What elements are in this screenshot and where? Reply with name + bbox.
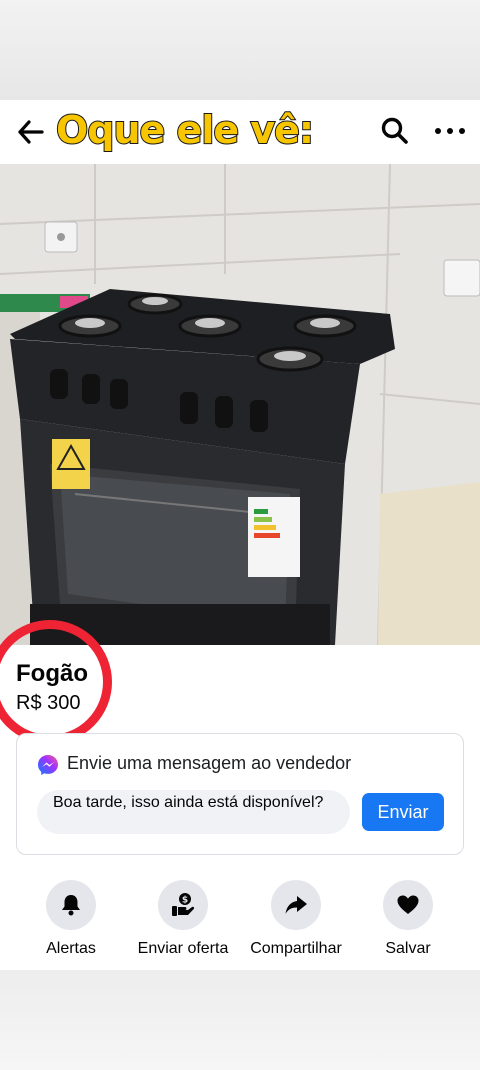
messenger-icon (38, 755, 58, 775)
share-icon (285, 896, 307, 914)
stove-photo (0, 164, 480, 645)
offer-icon: $ (172, 893, 195, 916)
message-input[interactable]: Boa tarde, isso ainda está disponível? (37, 790, 350, 834)
heart-icon (397, 895, 419, 914)
save-label: Salvar (385, 940, 431, 957)
message-seller-card: Envie uma mensagem ao vendedor Boa tarde… (16, 733, 464, 855)
share-label: Compartilhar (250, 940, 342, 957)
save-action[interactable]: Salvar (353, 880, 463, 958)
bell-icon (62, 895, 80, 916)
send-button[interactable]: Enviar (362, 793, 444, 831)
video-frame-top (0, 0, 480, 100)
search-icon[interactable] (380, 116, 410, 146)
more-icon[interactable] (434, 124, 466, 138)
highlight-circle (0, 620, 112, 744)
share-button[interactable] (271, 880, 321, 930)
arrow-left-icon[interactable] (16, 118, 46, 146)
video-frame-bottom (0, 970, 480, 1070)
alerts-button[interactable] (46, 880, 96, 930)
alerts-label: Alertas (46, 940, 96, 957)
share-action[interactable]: Compartilhar (241, 880, 351, 958)
offer-label: Enviar oferta (137, 940, 229, 957)
offer-button[interactable]: $ (158, 880, 208, 930)
save-button[interactable] (383, 880, 433, 930)
overlay-caption: Oque ele vê: (55, 107, 315, 153)
message-heading: Envie uma mensagem ao vendedor (67, 753, 352, 773)
alerts-action[interactable]: Alertas (16, 880, 126, 958)
svg-text:$: $ (182, 896, 188, 906)
listing-photo[interactable] (0, 164, 480, 645)
offer-action[interactable]: $ Enviar oferta (128, 880, 238, 958)
